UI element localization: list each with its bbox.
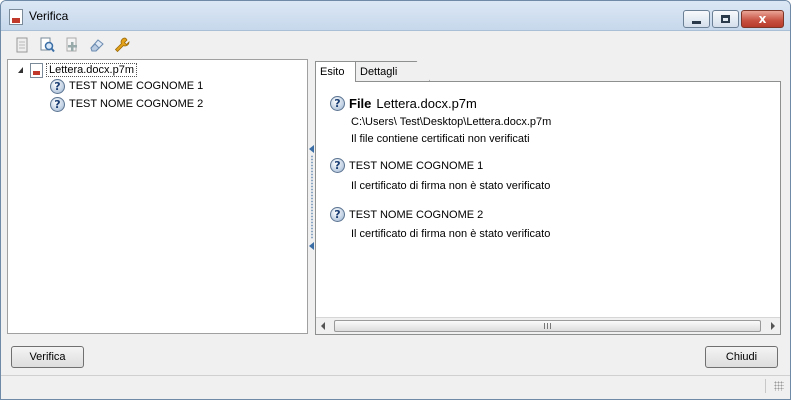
scroll-right-icon[interactable] bbox=[771, 322, 775, 330]
resize-grip-icon[interactable] bbox=[774, 381, 784, 391]
question-icon: ? bbox=[50, 96, 65, 112]
splitter-arrow-icon[interactable] bbox=[309, 242, 314, 250]
signature-tree[interactable]: Lettera.docx.p7m ? TEST NOME COGNOME 1 ?… bbox=[7, 59, 308, 334]
signer-name: TEST NOME COGNOME 1 bbox=[349, 159, 484, 172]
p7m-file-icon bbox=[30, 62, 43, 78]
scroll-left-icon[interactable] bbox=[321, 322, 325, 330]
signer-name: TEST NOME COGNOME 2 bbox=[349, 208, 484, 221]
signer-status: Il certificato di firma non è stato veri… bbox=[351, 228, 551, 240]
maximize-icon bbox=[721, 15, 730, 23]
status-bar bbox=[1, 375, 790, 395]
tree-root-label[interactable]: Lettera.docx.p7m bbox=[46, 63, 137, 77]
tree-root-row[interactable]: Lettera.docx.p7m bbox=[17, 62, 137, 78]
close-button[interactable]: x bbox=[741, 10, 784, 28]
verifica-button[interactable]: Verifica bbox=[11, 346, 84, 368]
signer-2-header: ? TEST NOME COGNOME 2 bbox=[330, 207, 483, 222]
add-document-icon[interactable] bbox=[63, 36, 81, 54]
esito-content: ? File Lettera.docx.p7m C:\Users\ Test\D… bbox=[315, 81, 781, 335]
close-icon: x bbox=[758, 12, 767, 26]
magnify-icon[interactable] bbox=[38, 36, 56, 54]
details-panel: Dettagli Esito ? File Lettera.docx.p7m C… bbox=[315, 59, 785, 335]
signer-status: Il certificato di firma non è stato veri… bbox=[351, 180, 551, 192]
tree-item-signer-2[interactable]: ? TEST NOME COGNOME 2 bbox=[50, 96, 203, 112]
question-icon: ? bbox=[330, 207, 345, 222]
splitter-arrow-icon[interactable] bbox=[309, 145, 314, 153]
tree-item-label[interactable]: TEST NOME COGNOME 1 bbox=[69, 80, 203, 92]
file-word-label: File bbox=[349, 96, 372, 111]
horizontal-scrollbar[interactable] bbox=[316, 317, 780, 334]
tab-esito[interactable]: Esito bbox=[315, 61, 356, 82]
signer-1-header: ? TEST NOME COGNOME 1 bbox=[330, 158, 483, 173]
collapse-arrow-icon[interactable] bbox=[17, 66, 26, 75]
question-icon: ? bbox=[330, 96, 345, 111]
scroll-thumb[interactable] bbox=[334, 320, 761, 332]
file-name: Lettera.docx.p7m bbox=[376, 96, 477, 111]
window-title: Verifica bbox=[29, 9, 69, 23]
maximize-button[interactable] bbox=[712, 10, 739, 28]
file-result-header: ? File Lettera.docx.p7m bbox=[330, 96, 477, 111]
question-icon: ? bbox=[330, 158, 345, 173]
title-bar[interactable]: Verifica x bbox=[1, 1, 790, 31]
wrench-icon[interactable] bbox=[113, 36, 131, 54]
minimize-icon bbox=[692, 20, 701, 24]
grip-icon bbox=[543, 323, 552, 329]
app-document-icon bbox=[9, 9, 23, 25]
eraser-icon[interactable] bbox=[88, 36, 106, 54]
minimize-button[interactable] bbox=[683, 10, 710, 28]
question-icon: ? bbox=[50, 78, 65, 94]
verifica-window: Verifica x Lettera.docx.p7m ? TEST NOME … bbox=[0, 0, 791, 400]
status-panel bbox=[9, 379, 766, 393]
splitter-grip[interactable] bbox=[311, 155, 313, 239]
tree-item-label[interactable]: TEST NOME COGNOME 2 bbox=[69, 98, 203, 110]
file-status: Il file contiene certificati non verific… bbox=[351, 133, 530, 145]
document-icon[interactable] bbox=[13, 36, 31, 54]
tab-dettagli[interactable]: Dettagli bbox=[356, 61, 430, 81]
chiudi-button[interactable]: Chiudi bbox=[705, 346, 778, 368]
toolbar bbox=[1, 31, 790, 57]
file-path: C:\Users\ Test\Desktop\Lettera.docx.p7m bbox=[351, 116, 552, 128]
tree-item-signer-1[interactable]: ? TEST NOME COGNOME 1 bbox=[50, 78, 203, 94]
